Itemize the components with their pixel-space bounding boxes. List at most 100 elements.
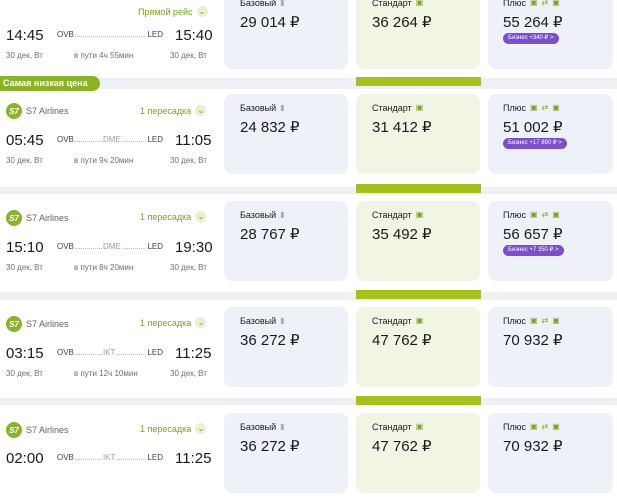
business-upgrade-badge[interactable]: Бизнес +17 890 ₽ > — [503, 138, 567, 149]
fare-basic[interactable]: Базовый ▮ 24 832 ₽ — [224, 94, 348, 174]
flight-card[interactable]: Прямой рейс ⌄ 14:45 OVB LED 15:40 30 дек… — [0, 0, 617, 86]
fare-label: Стандарт ▣ — [372, 316, 423, 326]
arrival-time: 11:05 — [175, 132, 212, 149]
departure-date: 30 дек, Вт — [6, 263, 43, 272]
transfer-code: DME — [102, 242, 122, 251]
fare-plus[interactable]: Плюс ▣ ⇄ ▣ 55 264 ₽ Бизнес +340 ₽ > — [488, 0, 613, 69]
destination-code: LED — [146, 30, 164, 39]
flight-card[interactable]: Самая низкая цена S7 S7 Airlines 1 перес… — [0, 76, 617, 193]
fare-standard[interactable]: Стандарт ▣ 31 412 ₽ — [356, 94, 480, 174]
baggage-icon: ▣ — [529, 0, 538, 7]
arrival-date: 30 дек, Вт — [170, 51, 207, 60]
fare-basic[interactable]: Базовый ▮ 29 014 ₽ — [224, 0, 348, 69]
fare-basic[interactable]: Базовый ▮ 28 767 ₽ — [224, 201, 348, 281]
route: OVB DME LED — [56, 242, 164, 254]
no-baggage-icon: ▮ — [280, 0, 285, 7]
fare-name: Стандарт — [372, 103, 412, 113]
fare-standard[interactable]: Стандарт ▣ 35 492 ₽ — [356, 201, 480, 281]
departure-time: 02:00 — [6, 450, 44, 467]
exchange-icon: ⇄ — [541, 316, 549, 325]
seat-icon: ▣ — [552, 422, 560, 431]
arrival-date: 30 дек, Вт — [170, 369, 207, 378]
fare-basic[interactable]: Базовый ▮ 36 272 ₽ — [224, 413, 348, 493]
fare-price: 24 832 ₽ — [240, 119, 300, 136]
fare-price: 36 264 ₽ — [372, 14, 432, 31]
stops-label: Прямой рейс — [138, 6, 193, 17]
baggage-icon: ▣ — [415, 103, 424, 112]
origin-code: OVB — [56, 135, 75, 144]
fare-plus[interactable]: Плюс ▣ ⇄ ▣ 56 657 ₽ Бизнес +7 350 ₽ > — [488, 201, 613, 281]
fare-label: Базовый ▮ — [240, 210, 285, 220]
airline-name: S7 Airlines — [26, 106, 69, 116]
exchange-icon: ⇄ — [541, 210, 549, 219]
fare-label: Базовый ▮ — [240, 316, 285, 326]
s7-logo-icon: S7 — [6, 210, 22, 226]
chevron-down-icon[interactable]: ⌄ — [195, 317, 207, 328]
stops-indicator[interactable]: Прямой рейс ⌄ — [138, 6, 208, 17]
flight-duration: в пути 8ч 20мин — [74, 263, 134, 272]
fare-label: Стандарт ▣ — [372, 0, 423, 8]
flight-card[interactable]: S7 S7 Airlines 1 пересадка ⌄ 15:10 OVB D… — [0, 194, 617, 299]
fare-standard[interactable]: Стандарт ▣ 36 264 ₽ — [356, 0, 480, 69]
business-upgrade-badge[interactable]: Бизнес +7 350 ₽ > — [503, 245, 564, 256]
destination-code: LED — [146, 348, 164, 357]
destination-code: LED — [146, 242, 164, 251]
fare-price: 35 492 ₽ — [372, 226, 432, 243]
fare-name: Базовый — [240, 422, 277, 432]
seat-icon: ▣ — [552, 103, 560, 112]
arrival-date: 30 дек, Вт — [170, 263, 207, 272]
origin-code: OVB — [56, 30, 75, 39]
fare-label: Плюс ▣ ⇄ ▣ — [503, 0, 560, 8]
no-baggage-icon: ▮ — [280, 316, 285, 325]
stops-indicator[interactable]: 1 пересадка ⌄ — [140, 317, 207, 328]
chevron-down-icon[interactable]: ⌄ — [196, 6, 208, 17]
s7-logo-icon: S7 — [6, 422, 22, 438]
transfer-code: IKT — [102, 348, 117, 357]
stops-label: 1 пересадка — [140, 211, 192, 222]
fare-name: Плюс — [503, 103, 526, 113]
flight-card[interactable]: S7 S7 Airlines 1 пересадка ⌄ 03:15 OVB I… — [0, 300, 617, 405]
baggage-icon: ▣ — [529, 103, 538, 112]
fare-price: 51 002 ₽ — [503, 119, 563, 136]
stops-label: 1 пересадка — [140, 105, 192, 116]
flight-card[interactable]: S7 S7 Airlines 1 пересадка ⌄ 02:00 OVB I… — [0, 405, 617, 503]
stops-indicator[interactable]: 1 пересадка ⌄ — [140, 423, 207, 434]
business-upgrade-badge[interactable]: Бизнес +340 ₽ > — [503, 33, 559, 44]
chevron-down-icon[interactable]: ⌄ — [195, 211, 207, 222]
fare-plus[interactable]: Плюс ▣ ⇄ ▣ 51 002 ₽ Бизнес +17 890 ₽ > — [488, 94, 613, 174]
fare-plus[interactable]: Плюс ▣ ⇄ ▣ 70 932 ₽ — [488, 307, 613, 387]
airline-name: S7 Airlines — [26, 319, 69, 329]
route: OVB IKT LED — [56, 348, 164, 360]
fare-price: 28 767 ₽ — [240, 226, 300, 243]
fare-label: Базовый ▮ — [240, 0, 285, 8]
fare-name: Стандарт — [372, 0, 412, 8]
fare-basic[interactable]: Базовый ▮ 36 272 ₽ — [224, 307, 348, 387]
exchange-icon: ⇄ — [541, 103, 549, 112]
route: OVB DME LED — [56, 135, 164, 147]
stops-indicator[interactable]: 1 пересадка ⌄ — [140, 105, 207, 116]
fare-label: Стандарт ▣ — [372, 210, 423, 220]
no-baggage-icon: ▮ — [280, 103, 285, 112]
departure-time: 15:10 — [6, 239, 44, 256]
departure-date: 30 дек, Вт — [6, 51, 43, 60]
stops-indicator[interactable]: 1 пересадка ⌄ — [140, 211, 207, 222]
chevron-down-icon[interactable]: ⌄ — [195, 105, 207, 116]
transfer-code: IKT — [102, 453, 117, 462]
origin-code: OVB — [56, 453, 75, 462]
airline-name: S7 Airlines — [26, 213, 69, 223]
airline: S7 S7 Airlines — [6, 210, 69, 226]
arrival-time: 11:25 — [175, 450, 212, 467]
baggage-icon: ▣ — [529, 210, 538, 219]
arrival-time: 15:40 — [175, 27, 213, 44]
fare-standard[interactable]: Стандарт ▣ 47 762 ₽ — [356, 413, 480, 493]
fare-label: Базовый ▮ — [240, 103, 285, 113]
fare-price: 29 014 ₽ — [240, 14, 300, 31]
arrival-date: 30 дек, Вт — [170, 156, 207, 165]
fare-standard[interactable]: Стандарт ▣ 47 762 ₽ — [356, 307, 480, 387]
chevron-down-icon[interactable]: ⌄ — [195, 423, 207, 434]
fare-label: Плюс ▣ ⇄ ▣ — [503, 316, 560, 326]
standard-fare-bar — [356, 184, 481, 193]
fare-plus[interactable]: Плюс ▣ ⇄ ▣ 70 932 ₽ — [488, 413, 613, 493]
flight-duration: в пути 4ч 55мин — [74, 51, 134, 60]
fare-label: Базовый ▮ — [240, 422, 285, 432]
